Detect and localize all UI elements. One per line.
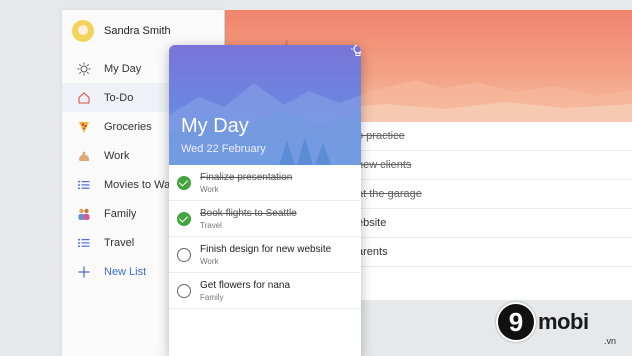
task-list-name: Travel	[200, 220, 222, 230]
sidebar-item-label: Work	[104, 149, 130, 162]
task-list-name: Work	[200, 256, 219, 266]
task-row[interactable]: Get flowers for nana Family	[169, 273, 361, 309]
watermark-digit: 9	[496, 302, 536, 342]
watermark-text: mobi	[538, 309, 589, 334]
my-day-panel: My Day Wed 22 February Finalize presenta…	[169, 45, 361, 356]
flexed-arm-icon	[76, 148, 92, 164]
task-text: Finalize presentation Work	[200, 171, 292, 195]
task-list-name: Family	[200, 292, 224, 302]
task-row[interactable]: Finish design for new website Work	[169, 237, 361, 273]
sidebar-item-label: Travel	[104, 236, 135, 249]
task-text: Get flowers for nana Family	[200, 279, 290, 303]
watermark-logo: 9 mobi	[496, 302, 589, 342]
sidebar-item-label: To-Do	[104, 91, 134, 104]
task-row[interactable]: Finalize presentation Work	[169, 165, 361, 201]
profile-name: Sandra Smith	[104, 25, 171, 37]
sidebar-item-label: My Day	[104, 62, 142, 75]
page-title: My Day	[181, 115, 249, 137]
task-checkbox[interactable]	[177, 283, 191, 298]
task-title: Get flowers for nana	[200, 279, 291, 291]
profile[interactable]: Sandra Smith	[72, 20, 171, 42]
task-list-name: Work	[200, 184, 219, 194]
home-icon	[76, 90, 92, 106]
pizza-icon	[76, 119, 92, 135]
task-text: Book flights to Seattle Travel	[200, 207, 297, 231]
list-icon	[76, 177, 92, 193]
task-list: Finalize presentation Work Book flights …	[169, 165, 361, 309]
task-title: Finish design for new website	[200, 243, 332, 255]
task-row[interactable]: Book flights to Seattle Travel	[169, 201, 361, 237]
my-day-header: My Day Wed 22 February	[169, 45, 361, 165]
task-title: Book flights to Seattle	[200, 207, 297, 219]
avatar	[72, 20, 94, 42]
list-icon	[76, 235, 92, 251]
task-text: Finish design for new website Work	[200, 243, 331, 267]
sidebar-item-label: Movies to Wat	[104, 178, 174, 191]
watermark-domain: .vn	[604, 336, 617, 346]
background-task-text: arents	[357, 246, 388, 258]
background-task-text: o practice	[357, 130, 405, 142]
background-task-text: ebsite	[357, 217, 387, 229]
background-task-text: at the garage	[357, 188, 422, 200]
completed-checkbox[interactable]	[177, 175, 191, 190]
background-task-text: new clients	[357, 159, 412, 171]
family-icon	[76, 206, 92, 222]
sidebar-item-label: Family	[104, 207, 137, 220]
completed-checkbox[interactable]	[177, 211, 191, 226]
task-checkbox[interactable]	[177, 247, 191, 262]
sidebar-item-label: Groceries	[104, 120, 152, 133]
new-list-label: New List	[104, 265, 147, 278]
page-date: Wed 22 February	[181, 143, 266, 155]
plus-icon	[76, 264, 92, 280]
sun-icon	[76, 61, 92, 77]
task-title: Finalize presentation	[200, 171, 293, 183]
